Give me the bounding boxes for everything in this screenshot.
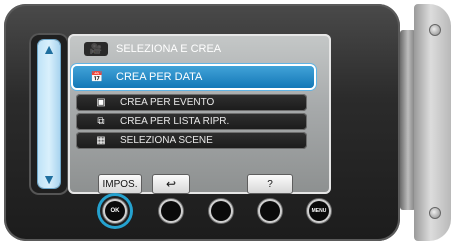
hardware-button-3[interactable] — [211, 201, 231, 221]
menu-item-label: CREA PER DATA — [116, 71, 203, 83]
menu-button-label: MENU — [311, 208, 327, 214]
screw-bottom — [429, 207, 441, 219]
touch-slider[interactable]: ▲ ▼ — [38, 40, 60, 188]
event-frame-icon: ▣ — [96, 97, 106, 108]
settings-softkey[interactable]: IMPOS. — [98, 174, 142, 194]
menu-item-crea-per-data[interactable]: 📅 CREA PER DATA — [73, 66, 314, 88]
menu-button[interactable]: MENU — [309, 201, 329, 221]
movie-camera-icon: 🎥 — [84, 42, 108, 56]
back-softkey[interactable]: ↩ — [152, 174, 190, 194]
ok-button[interactable]: OK — [105, 201, 125, 221]
playlist-icon: ⧉ — [97, 116, 105, 127]
lcd-side-panel — [414, 4, 451, 241]
help-softkey[interactable]: ? — [247, 174, 293, 194]
slider-down-arrow-icon[interactable]: ▼ — [38, 172, 60, 186]
hardware-button-2[interactable] — [161, 201, 181, 221]
calendar-clip-icon: 📅 — [90, 71, 104, 83]
menu-header-title: SELEZIONA E CREA — [116, 43, 222, 55]
menu-item-label: SELEZIONA SCENE — [120, 135, 213, 146]
ok-button-label: OK — [110, 208, 120, 214]
hardware-button-4[interactable] — [260, 201, 280, 221]
menu-item-label: CREA PER LISTA RIPR. — [120, 116, 230, 127]
menu-item-label: CREA PER EVENTO — [120, 97, 215, 108]
menu-header: 🎥 SELEZIONA E CREA — [84, 40, 221, 58]
menu-item-seleziona-scene[interactable]: ▦ SELEZIONA SCENE — [76, 132, 307, 149]
scene-grid-icon: ▦ — [96, 135, 106, 146]
slider-up-arrow-icon[interactable]: ▲ — [38, 42, 60, 56]
screw-top — [429, 24, 441, 36]
menu-item-crea-per-evento[interactable]: ▣ CREA PER EVENTO — [76, 94, 307, 111]
menu-item-crea-per-lista-ripr[interactable]: ⧉ CREA PER LISTA RIPR. — [76, 113, 307, 130]
